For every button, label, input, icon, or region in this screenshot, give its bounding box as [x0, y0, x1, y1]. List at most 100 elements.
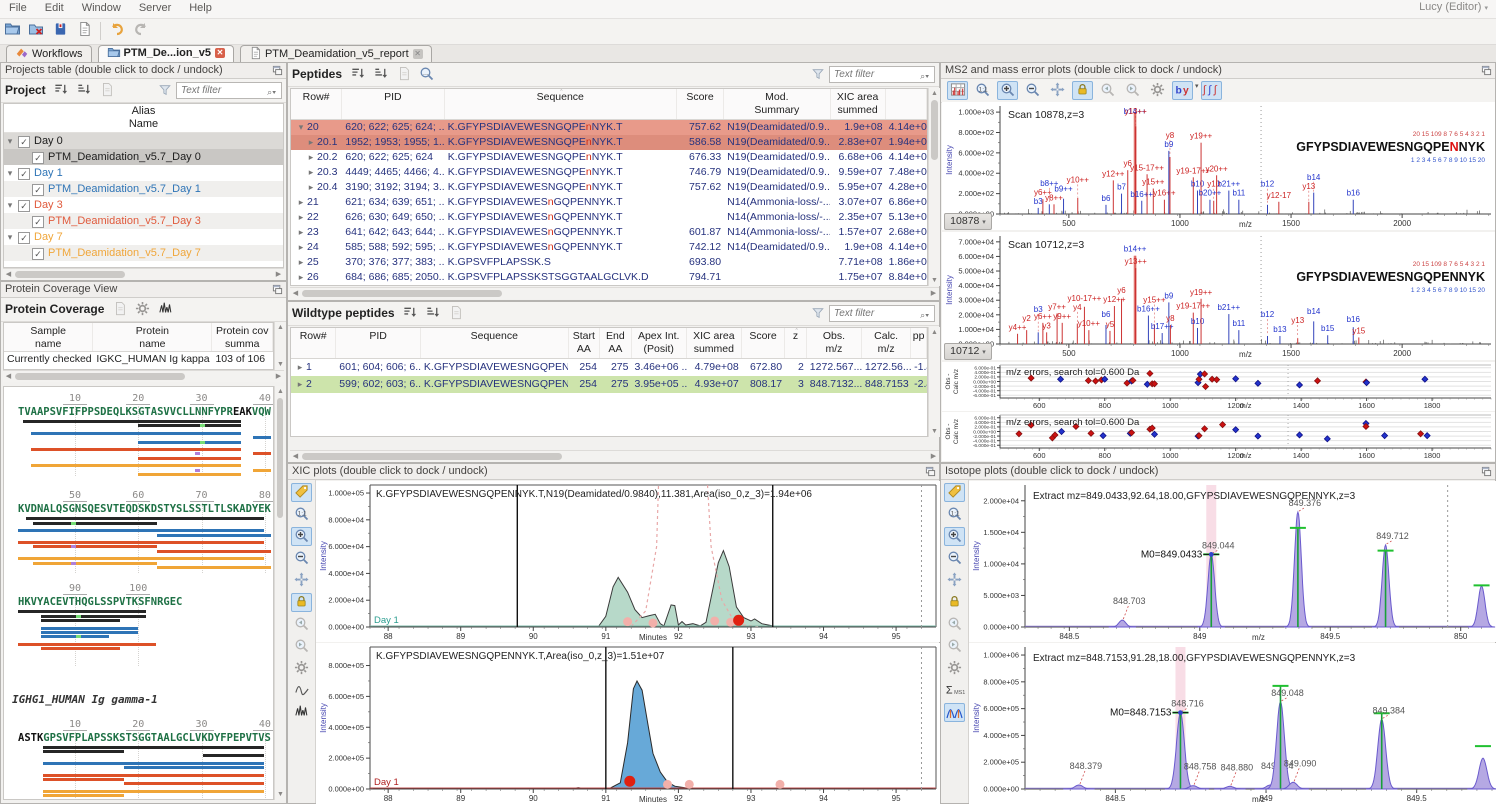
peptide-row[interactable]: ▸23641; 642; 643; 644; ...K.GFYPSDIAVEWE… — [291, 225, 927, 240]
tab-1[interactable]: PTM_De...ion_v5✕ — [98, 45, 234, 62]
search-icon[interactable]: ⌕▾ — [920, 310, 929, 321]
coverage-table-hscroll[interactable]: ◀▶ — [3, 370, 284, 382]
project-file-row[interactable]: ✓PTM_Deamidation_v5.7_Day 0 — [4, 149, 283, 165]
menu-server[interactable]: Server — [130, 0, 180, 16]
zoom-out-button[interactable] — [944, 549, 965, 568]
search-icon[interactable]: ⌕▾ — [920, 71, 929, 82]
coverage-bar[interactable] — [138, 457, 241, 460]
ms2-spectrum-1[interactable]: 0.000e+002.000e+024.000e+026.000e+028.00… — [942, 102, 1495, 230]
peptide-row[interactable]: ▸22626; 630; 649; 650; ...K.GFYPSDIAVEWE… — [291, 210, 927, 225]
zoom-reset-button[interactable]: 1:1 — [291, 505, 312, 524]
peptides-vscrollbar[interactable]: ▲▼ — [928, 88, 940, 286]
settings-button[interactable] — [132, 300, 153, 319]
expand-icon[interactable]: ▸ — [294, 376, 306, 393]
peak-shapes-button[interactable]: ∫∫∫ — [1201, 81, 1222, 100]
zoom-next-button[interactable] — [291, 637, 312, 656]
by-ions-button[interactable]: by — [1172, 81, 1193, 100]
settings-button[interactable] — [944, 659, 965, 678]
pan-button[interactable] — [1047, 81, 1068, 100]
collapse-icon[interactable]: ▾ — [4, 229, 16, 245]
coverage-bar[interactable] — [41, 619, 120, 622]
clear-doc-button[interactable] — [393, 65, 414, 84]
project-file-row[interactable]: ✓PTM_Deamidation_v5.7_Day 7 — [4, 245, 283, 261]
coverage-bar[interactable] — [138, 441, 241, 444]
text-filter-input[interactable] — [829, 305, 935, 322]
coverage-bar[interactable] — [41, 615, 146, 618]
save-button[interactable] — [49, 21, 71, 41]
coverage-bar[interactable] — [43, 746, 263, 749]
coverage-bar[interactable] — [253, 436, 271, 439]
sort-asc-button[interactable] — [423, 304, 444, 323]
raw-curve-button[interactable] — [291, 703, 312, 722]
peptide-row[interactable]: ▸20.2620; 622; 625; 624K.GFYPSDIAVEWESNG… — [291, 150, 927, 165]
selected-point[interactable] — [733, 615, 744, 626]
dock-icon[interactable] — [925, 466, 936, 482]
wildtype-row[interactable]: ▸1601; 604; 606; 6...K.GFYPSDIAVEWESNGQP… — [291, 359, 927, 376]
column-header[interactable]: Obs. m/z — [807, 328, 862, 358]
funnel-icon[interactable] — [811, 72, 825, 84]
project-day-row[interactable]: ▾✓Day 1 — [4, 165, 283, 181]
coverage-bar[interactable] — [253, 469, 271, 472]
xic-plot-1[interactable]: 0.000e+002.000e+044.000e+046.000e+048.00… — [316, 481, 940, 642]
lock-button[interactable] — [944, 593, 965, 612]
column-header[interactable]: pp — [911, 328, 927, 358]
report-doc-button[interactable] — [73, 21, 95, 41]
tag-button[interactable] — [291, 483, 312, 502]
mass-error-plot-2[interactable]: 6.000e-014.000e-012.000e-010.000e+00-2.0… — [942, 412, 1495, 461]
tab-close-icon[interactable]: ✕ — [413, 49, 423, 59]
peptide-row[interactable]: ▾20620; 622; 625; 624; ...K.GFYPSDIAVEWE… — [291, 120, 927, 135]
coverage-bar[interactable] — [253, 452, 271, 455]
isotope-overlay-button[interactable] — [944, 703, 965, 722]
column-header[interactable]: PID — [342, 89, 444, 119]
coverage-bar[interactable] — [18, 541, 264, 544]
expand-icon[interactable]: ▸ — [305, 180, 317, 195]
coverage-bar[interactable] — [23, 420, 241, 423]
zoom-prev-button[interactable] — [291, 615, 312, 634]
zoom-prev-button[interactable] — [944, 615, 965, 634]
collapse-icon[interactable]: ▾ — [4, 133, 16, 149]
clear-doc-button[interactable] — [97, 81, 118, 100]
column-header[interactable]: Start AA — [569, 328, 601, 358]
column-header[interactable]: XIC area summed — [831, 89, 886, 119]
clear-doc-button[interactable] — [446, 304, 467, 323]
project-day-row[interactable]: ▾✓Day 7 — [4, 229, 283, 245]
coverage-bar[interactable] — [41, 647, 120, 650]
expand-icon[interactable]: ▸ — [305, 150, 317, 165]
wildtype-vscrollbar[interactable]: ▲▼ — [928, 327, 940, 437]
sort-desc-button[interactable] — [51, 81, 72, 100]
expand-icon[interactable]: ▸ — [295, 255, 307, 270]
user-menu[interactable]: Lucy (Editor) ▾ — [1419, 1, 1488, 16]
peptide-row[interactable]: ▸20.11952; 1953; 1955; 1...K.GFYPSDIAVEW… — [291, 135, 927, 150]
zoom-next-button[interactable] — [944, 637, 965, 656]
zoom-reset-button[interactable]: 1:1 — [972, 81, 993, 100]
zoom-reset-button[interactable]: 1:1 — [944, 505, 965, 524]
checkbox-icon[interactable]: ✓ — [18, 168, 30, 180]
coverage-bar[interactable] — [41, 627, 138, 630]
coverage-bar[interactable] — [157, 550, 271, 553]
checkbox-icon[interactable]: ✓ — [18, 232, 30, 244]
coverage-bar[interactable] — [157, 566, 271, 569]
coverage-bar[interactable] — [43, 762, 263, 765]
checkbox-icon[interactable]: ✓ — [18, 136, 30, 148]
close-folder-button[interactable] — [25, 21, 47, 41]
funnel-icon[interactable] — [811, 311, 825, 323]
funnel-icon[interactable] — [158, 88, 172, 100]
ms2-spectrum-2[interactable]: 0.000e+001.000e+042.000e+043.000e+044.00… — [942, 232, 1495, 360]
pan-button[interactable] — [291, 571, 312, 590]
column-header[interactable]: End AA — [600, 328, 632, 358]
zoom-next-button[interactable] — [1122, 81, 1143, 100]
search-icon[interactable]: ⌕▾ — [267, 87, 276, 98]
menu-help[interactable]: Help — [180, 0, 221, 16]
zoom-out-button[interactable] — [291, 549, 312, 568]
mass-error-plot-1[interactable]: 6.000e-014.000e-012.000e-010.000e+00-2.0… — [942, 362, 1495, 411]
checkbox-icon[interactable]: ✓ — [32, 216, 44, 228]
pan-button[interactable] — [944, 571, 965, 590]
project-file-row[interactable]: ✓PTM_Deamidation_v5.7_Day 3 — [4, 213, 283, 229]
column-header[interactable]: Score — [677, 89, 724, 119]
peptide-row[interactable]: ▸21621; 634; 639; 651; ...K.GFYPSDIAVEWE… — [291, 195, 927, 210]
coverage-bar[interactable] — [124, 799, 263, 800]
coverage-bar[interactable] — [31, 448, 241, 451]
coverage-vscrollbar[interactable]: ▲▼ — [274, 386, 285, 800]
undo-button[interactable] — [106, 21, 128, 41]
column-header[interactable]: Calc. m/z — [862, 328, 911, 358]
